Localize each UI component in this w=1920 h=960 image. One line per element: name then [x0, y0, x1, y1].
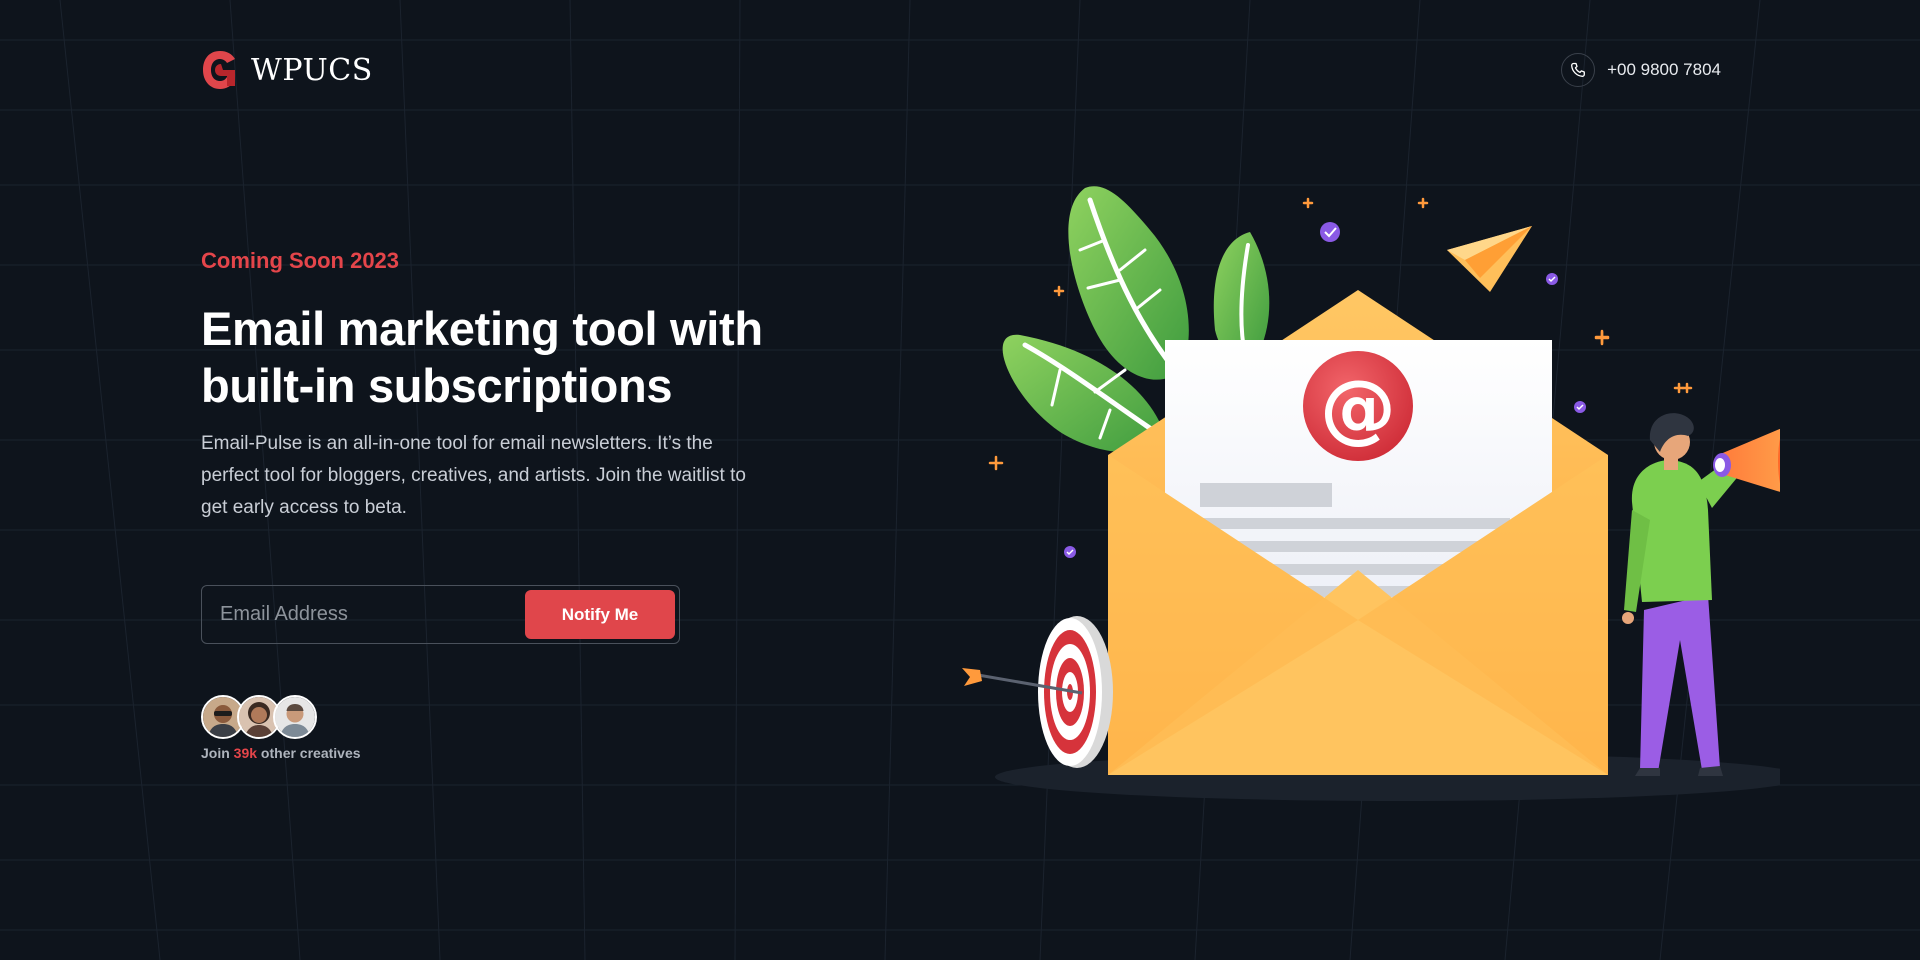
phone-icon: [1561, 53, 1596, 87]
avatar-group: [201, 695, 361, 739]
email-input[interactable]: [220, 586, 520, 643]
logo-mark-icon: [203, 51, 235, 89]
title-line-2: built-in subscriptions: [201, 359, 673, 412]
avatar: [273, 695, 317, 739]
header-phone[interactable]: +00 9800 7804: [1561, 52, 1721, 88]
site-header: WPUCS +00 9800 7804: [201, 48, 1721, 92]
notify-me-button[interactable]: Notify Me: [525, 590, 675, 639]
page-title: Email marketing tool with built-in subsc…: [201, 300, 861, 414]
paper-plane-icon: [1447, 226, 1532, 292]
svg-text:@: @: [1320, 363, 1396, 452]
brand-logo[interactable]: WPUCS: [201, 48, 373, 92]
phone-number: +00 9800 7804: [1607, 60, 1721, 79]
creatives-count: 39k: [233, 745, 258, 761]
waitlist-form: Notify Me: [201, 585, 680, 644]
social-proof: Join 39k other creatives: [201, 695, 361, 761]
brand-name: WPUCS: [251, 52, 373, 88]
title-line-1: Email marketing tool with: [201, 302, 763, 355]
coming-soon-label: Coming Soon 2023: [201, 248, 400, 273]
hero-section: Coming Soon 2023 Email marketing tool wi…: [201, 246, 861, 524]
hero-description: Email-Pulse is an all-in-one tool for em…: [201, 433, 746, 518]
email-envelope-illustration: @: [962, 186, 1780, 801]
coming-soon-page: WPUCS +00 9800 7804 Coming Soon 2023 Ema…: [0, 0, 1920, 960]
join-count-text: Join 39k other creatives: [201, 745, 361, 761]
